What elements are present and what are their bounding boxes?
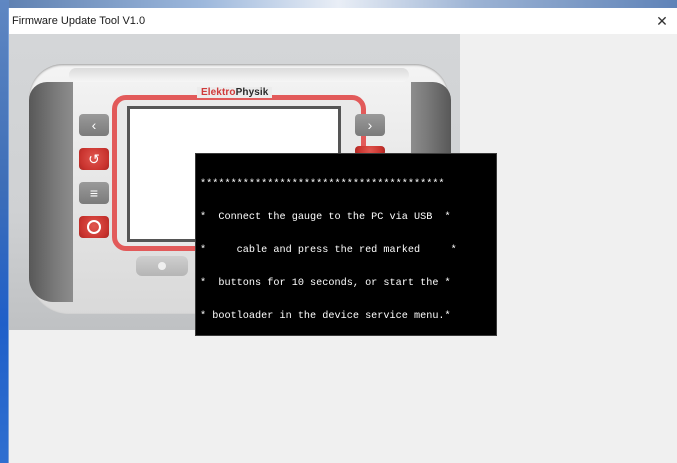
device-back-button: ↺ xyxy=(79,148,109,170)
device-right-arrow-button: › xyxy=(355,114,385,136)
device-grip-left xyxy=(29,82,73,302)
close-button[interactable]: ✕ xyxy=(647,8,677,34)
chevron-left-icon: ‹ xyxy=(91,117,97,133)
device-top-bezel xyxy=(69,68,409,82)
device-bottom-button xyxy=(136,256,188,276)
device-left-arrow-button: ‹ xyxy=(79,114,109,136)
console-line: * Connect the gauge to the PC via USB * xyxy=(200,212,451,223)
undo-icon: ↺ xyxy=(88,150,100,167)
title-bar[interactable]: Firmware Update Tool V1.0 ✕ xyxy=(9,8,677,34)
console-window: ****************************************… xyxy=(195,153,497,336)
menu-icon: ≡ xyxy=(89,185,99,201)
desktop: Firmware Update Tool V1.0 ✕ ElektroPhysi… xyxy=(0,0,677,463)
chevron-right-icon: › xyxy=(367,117,373,133)
window-title: Firmware Update Tool V1.0 xyxy=(12,15,146,27)
console-line: * bootloader in the device service menu.… xyxy=(200,311,451,322)
console-line: * buttons for 10 seconds, or start the * xyxy=(200,278,451,289)
device-menu-button: ≡ xyxy=(79,182,109,204)
console-line: * cable and press the red marked * xyxy=(200,245,457,256)
device-brand-logo: ElektroPhysik xyxy=(197,87,273,98)
brand-part-elektro: Elektro xyxy=(201,87,236,98)
device-power-button xyxy=(79,216,109,238)
console-line: **************************************** xyxy=(200,179,445,190)
close-icon: ✕ xyxy=(656,12,668,29)
client-area: ElektroPhysik ‹ ↺ ≡ › ******************… xyxy=(9,34,677,463)
power-icon xyxy=(87,220,101,234)
device-bottom-button-dot xyxy=(158,262,166,270)
brand-part-physik: Physik xyxy=(235,87,269,98)
app-window: Firmware Update Tool V1.0 ✕ ElektroPhysi… xyxy=(8,8,677,463)
